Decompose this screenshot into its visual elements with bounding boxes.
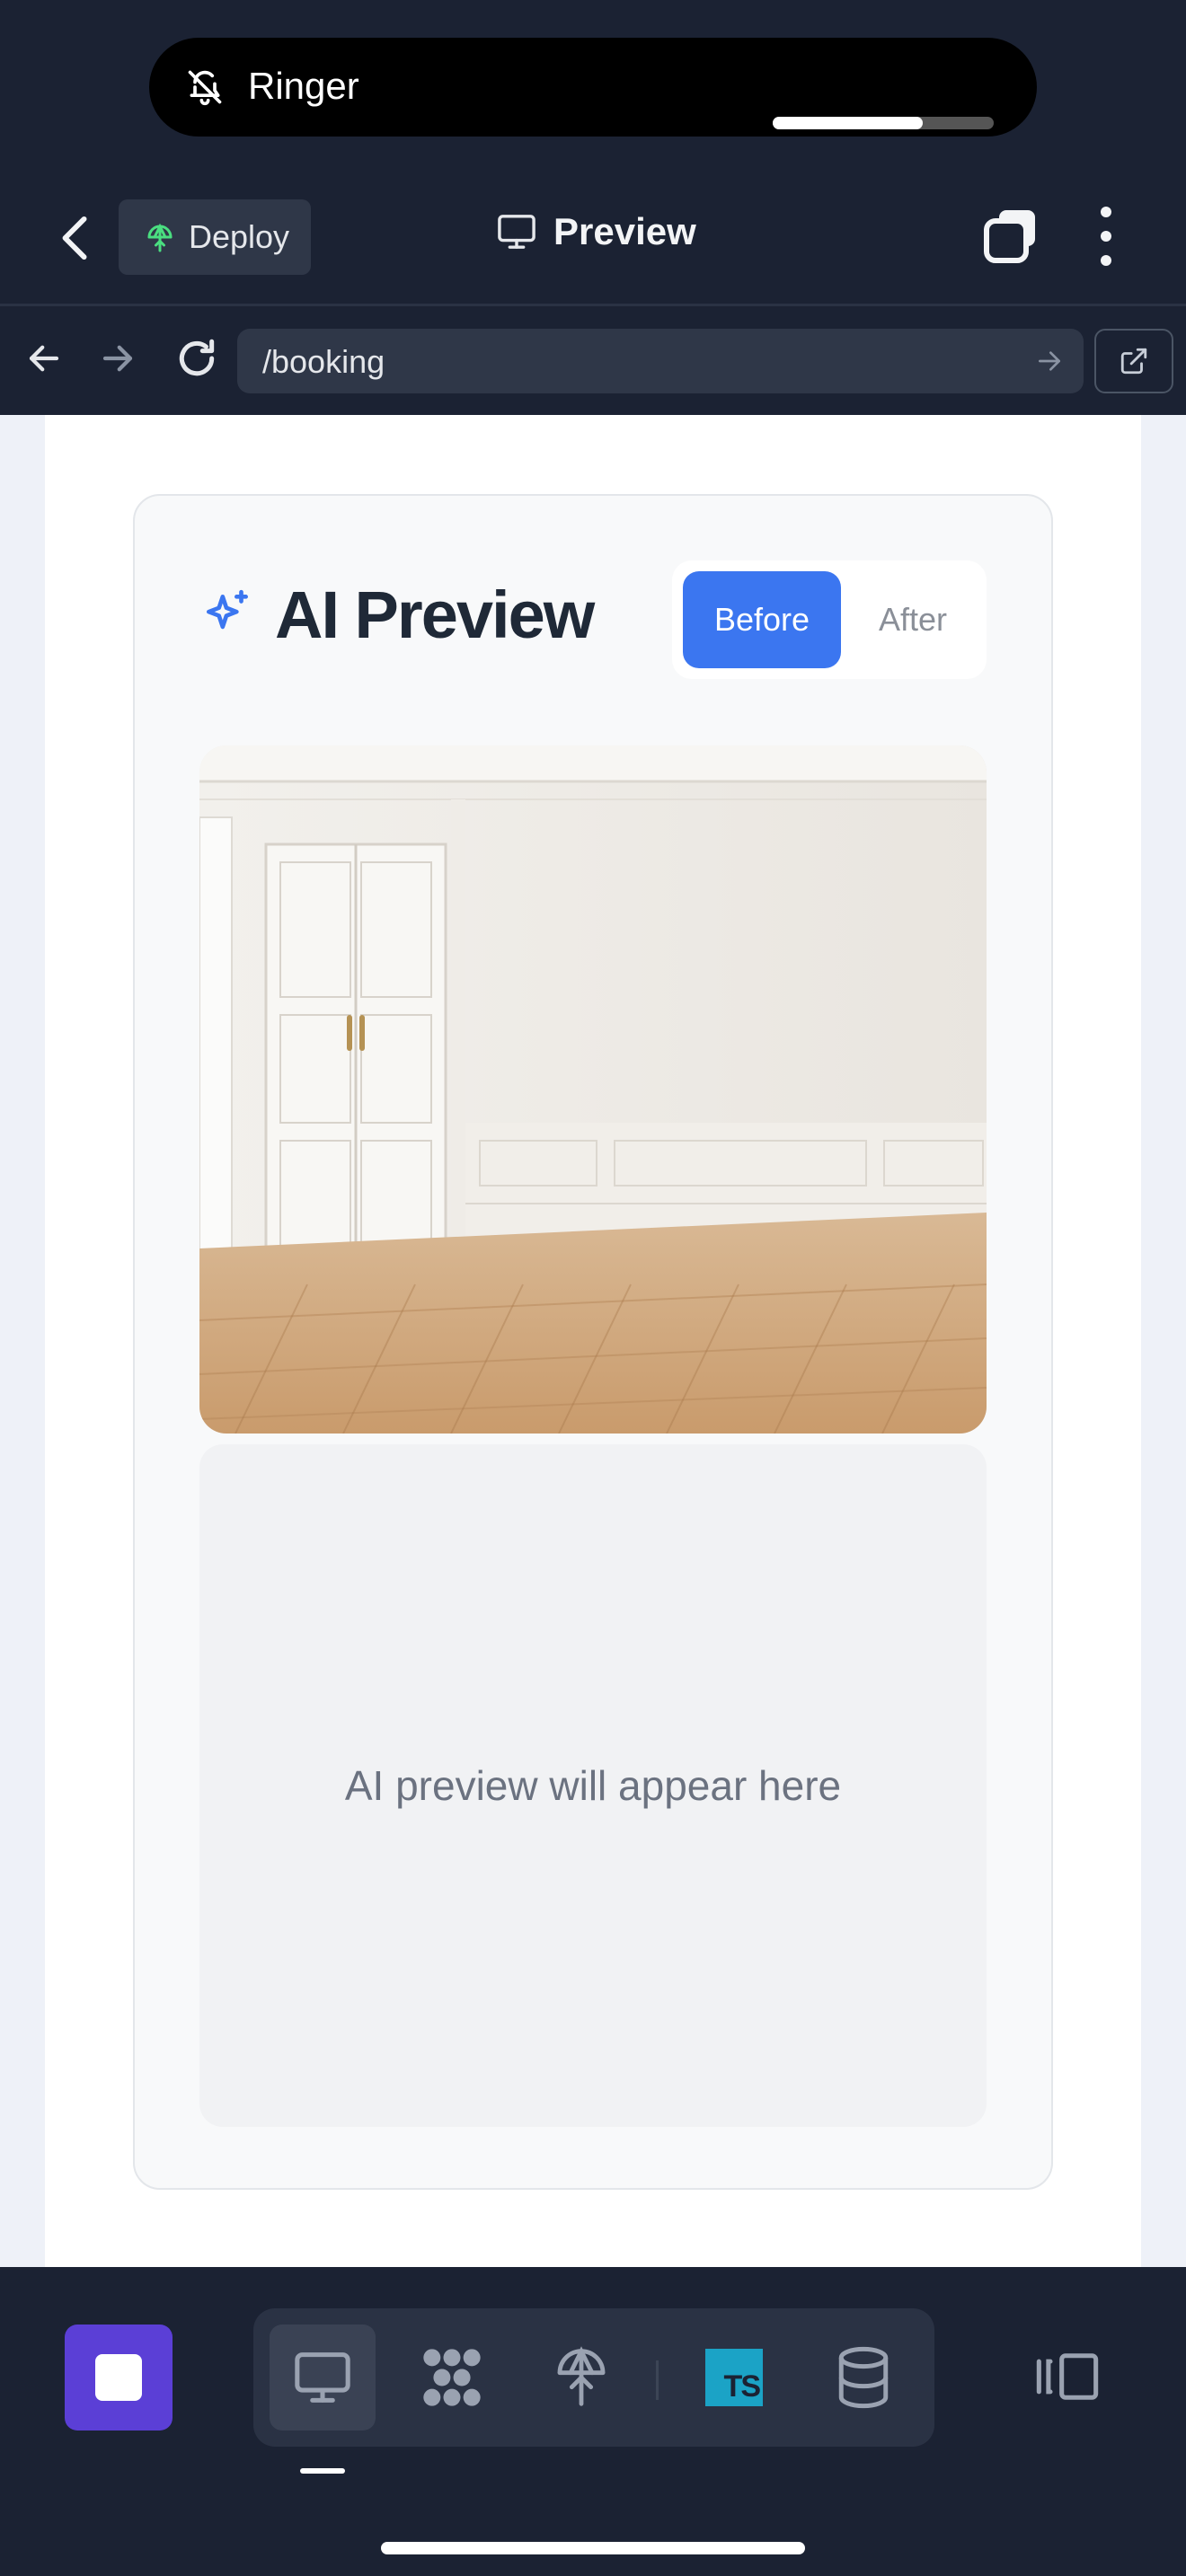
stop-button[interactable] <box>65 2325 173 2430</box>
nodes-icon <box>423 2349 481 2406</box>
external-link-icon <box>1120 348 1147 375</box>
monitor-icon <box>498 215 535 249</box>
url-input[interactable]: /booking <box>237 329 1084 393</box>
stop-icon <box>95 2354 142 2401</box>
dock-tabs: TS <box>253 2308 934 2447</box>
monitor-icon <box>295 2352 350 2403</box>
placeholder-text: AI preview will appear here <box>344 1762 842 1809</box>
app-toolbar: Deploy Preview <box>0 171 1186 305</box>
active-tab-indicator <box>300 2468 345 2474</box>
card-title: AI Preview <box>275 578 595 652</box>
go-arrow-icon[interactable] <box>1035 347 1064 375</box>
deploy-button[interactable]: Deploy <box>119 199 311 275</box>
more-menu-icon[interactable] <box>1093 207 1120 266</box>
database-icon <box>838 2346 889 2409</box>
sparkles-icon <box>207 589 248 629</box>
tab-deploy[interactable] <box>528 2325 634 2430</box>
page-surface: AI Preview Before After AI preview will … <box>45 415 1141 2267</box>
card-header: AI Preview <box>199 577 595 653</box>
url-text: /booking <box>262 343 385 380</box>
after-button[interactable]: After <box>848 571 978 668</box>
windows-icon[interactable] <box>981 207 1039 264</box>
browser-nav: /booking <box>0 309 1186 413</box>
room-photo <box>199 745 987 1434</box>
tab-database[interactable] <box>810 2325 916 2430</box>
arrow-right-icon[interactable] <box>99 340 137 377</box>
volume-fill <box>773 117 923 129</box>
tab-separator <box>656 2360 659 2400</box>
ts-badge-text: TS <box>723 2369 761 2404</box>
page-title: Preview <box>496 210 696 253</box>
open-external-button[interactable] <box>1094 329 1173 393</box>
tab-typescript[interactable]: TS <box>681 2325 787 2430</box>
before-after-toggle: Before After <box>672 560 987 679</box>
back-chevron-icon[interactable] <box>56 216 95 260</box>
toolbar-divider <box>0 304 1186 306</box>
typescript-icon: TS <box>705 2349 763 2406</box>
arrow-left-icon[interactable] <box>25 340 63 377</box>
reload-icon[interactable] <box>174 336 219 381</box>
bell-muted-icon <box>188 70 222 106</box>
web-content: AI Preview Before After AI preview will … <box>0 415 1186 2267</box>
deploy-icon <box>557 2346 606 2406</box>
deploy-label: Deploy <box>189 218 290 255</box>
ringer-toast: Ringer <box>149 38 1037 137</box>
tab-nodes[interactable] <box>399 2325 505 2430</box>
ai-preview-placeholder: AI preview will appear here <box>199 1444 987 2127</box>
ai-preview-card: AI Preview Before After AI preview will … <box>133 494 1053 2190</box>
ringer-label: Ringer <box>248 65 359 107</box>
home-indicator <box>381 2542 805 2554</box>
bottom-dock: TS <box>0 2267 1186 2576</box>
tab-preview[interactable] <box>270 2325 376 2430</box>
title-label: Preview <box>553 210 696 252</box>
side-panel-icon[interactable] <box>1033 2350 1102 2404</box>
deploy-icon <box>147 223 173 252</box>
before-button[interactable]: Before <box>683 571 841 668</box>
